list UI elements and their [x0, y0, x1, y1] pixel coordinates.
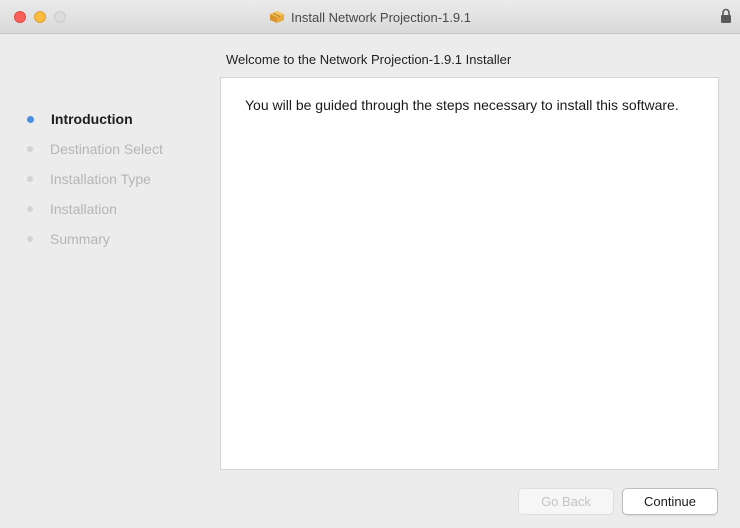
- page-heading: Welcome to the Network Projection-1.9.1 …: [226, 52, 512, 67]
- step-label: Installation: [50, 201, 117, 217]
- window-title: Install Network Projection-1.9.1: [291, 9, 471, 25]
- step-indicator-dot: [27, 206, 33, 212]
- step-installation: Installation: [24, 194, 163, 224]
- step-label: Introduction: [51, 111, 133, 127]
- step-installation-type: Installation Type: [24, 164, 163, 194]
- step-indicator-dot: [27, 115, 34, 123]
- go-back-button[interactable]: Go Back: [518, 488, 614, 515]
- content-panel: You will be guided through the steps nec…: [220, 77, 719, 470]
- step-indicator-dot: [27, 236, 33, 242]
- window-title-group: Install Network Projection-1.9.1: [0, 0, 740, 34]
- lock-icon: [721, 8, 731, 23]
- step-summary: Summary: [24, 224, 163, 254]
- step-label: Installation Type: [50, 171, 151, 187]
- introduction-text: You will be guided through the steps nec…: [245, 97, 679, 113]
- installer-window: Install Network Projection-1.9.1 Welcome…: [0, 0, 740, 528]
- step-label: Destination Select: [50, 141, 163, 157]
- step-indicator-dot: [27, 146, 33, 152]
- step-label: Summary: [50, 231, 110, 247]
- step-indicator-dot: [27, 176, 33, 182]
- step-destination-select: Destination Select: [24, 134, 163, 164]
- package-icon: [270, 11, 285, 23]
- continue-button[interactable]: Continue: [622, 488, 718, 515]
- title-bar: Install Network Projection-1.9.1: [0, 0, 740, 34]
- installer-steps-sidebar: Introduction Destination Select Installa…: [24, 104, 163, 254]
- step-introduction: Introduction: [24, 104, 163, 134]
